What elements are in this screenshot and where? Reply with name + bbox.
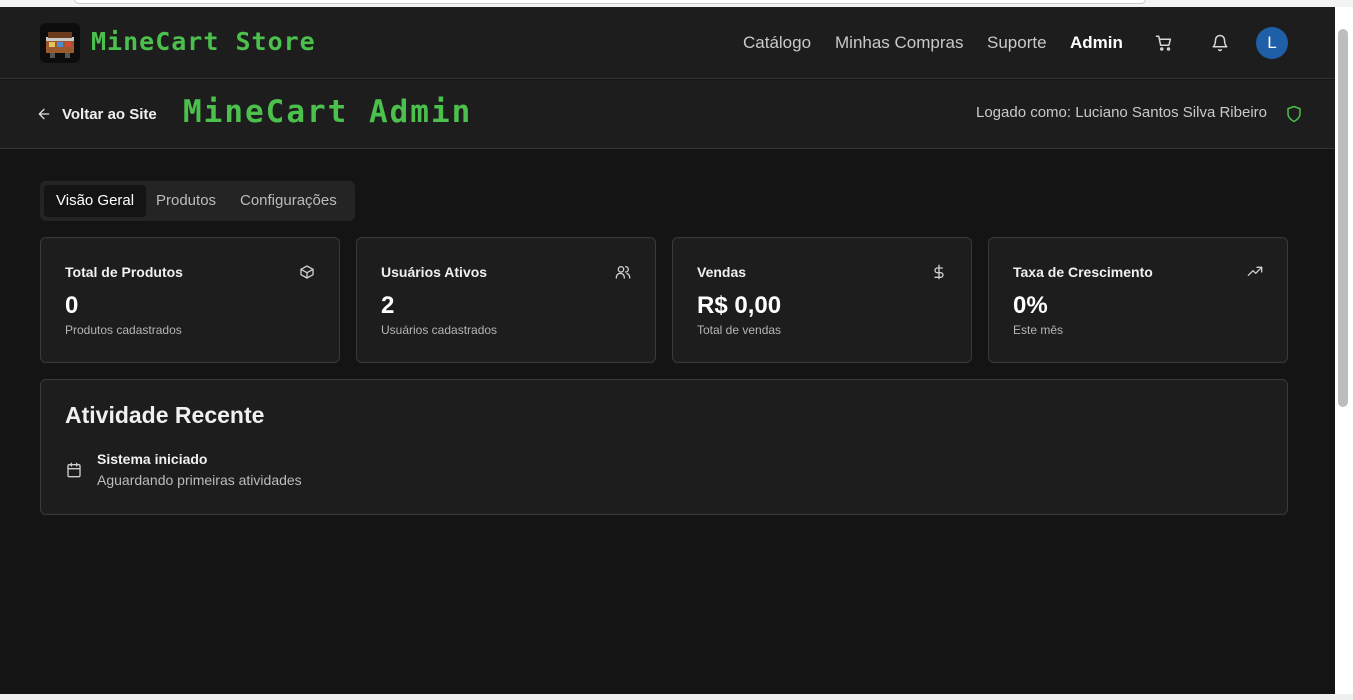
admin-bar: Voltar ao Site MineCart Admin Logado com… — [0, 80, 1335, 149]
nav-admin[interactable]: Admin — [1070, 33, 1123, 53]
cart-icon[interactable] — [1155, 34, 1173, 52]
stat-subtitle: Produtos cadastrados — [65, 323, 182, 337]
admin-title: MineCart Admin — [183, 94, 473, 130]
store-logo[interactable] — [40, 23, 80, 63]
stat-title: Total de Produtos — [65, 264, 183, 280]
stat-subtitle: Total de vendas — [697, 323, 782, 337]
activity-item-description: Aguardando primeiras atividades — [97, 472, 302, 488]
page-scrollbar[interactable] — [1335, 7, 1353, 694]
scrollbar-thumb[interactable] — [1338, 29, 1348, 407]
stat-value: R$ 0,00 — [697, 292, 782, 319]
nav-catalogo[interactable]: Catálogo — [743, 33, 811, 53]
store-header: MineCart Store Catálogo Minhas Compras S… — [0, 7, 1335, 79]
recent-activity-title: Atividade Recente — [65, 402, 265, 428]
dollar-icon — [931, 264, 947, 280]
stat-card-users: Usuários Ativos 2 Usuários cadastrados — [356, 237, 656, 363]
stat-card-sales: Vendas R$ 0,00 Total de vendas — [672, 237, 972, 363]
package-icon — [299, 264, 315, 280]
store-brand[interactable]: MineCart Store — [91, 27, 316, 56]
bell-icon[interactable] — [1211, 34, 1229, 52]
stat-subtitle: Usuários cadastrados — [381, 323, 498, 337]
trending-up-icon — [1247, 264, 1263, 280]
browser-address-bar[interactable] — [74, 0, 1146, 4]
shield-icon — [1285, 105, 1303, 123]
stat-value: 0 — [65, 292, 79, 319]
activity-item-title: Sistema iniciado — [97, 451, 208, 467]
tab-produtos[interactable]: Produtos — [144, 185, 228, 217]
stat-card-products: Total de Produtos 0 Produtos cadastrados — [40, 237, 340, 363]
back-to-site-label: Voltar ao Site — [62, 105, 157, 123]
admin-tabs: Visão Geral Produtos Configurações — [40, 181, 355, 221]
stat-subtitle: Este mês — [1013, 323, 1064, 337]
minecart-logo-icon — [46, 32, 74, 58]
stat-title: Usuários Ativos — [381, 264, 488, 280]
stat-title: Vendas — [697, 264, 747, 280]
nav-minhas-compras[interactable]: Minhas Compras — [835, 33, 964, 53]
browser-top-strip — [0, 0, 1353, 7]
nav-suporte[interactable]: Suporte — [987, 33, 1047, 53]
logged-in-user: Logado como: Luciano Santos Silva Ribeir… — [975, 104, 1267, 121]
tab-visao-geral[interactable]: Visão Geral — [44, 185, 147, 217]
stat-card-growth: Taxa de Crescimento 0% Este mês — [988, 237, 1288, 363]
stat-value: 2 — [381, 292, 395, 319]
users-icon — [615, 264, 631, 280]
stat-title: Taxa de Crescimento — [1013, 264, 1153, 280]
page-viewport: MineCart Store Catálogo Minhas Compras S… — [0, 7, 1335, 694]
browser-bottom-strip — [0, 694, 1353, 700]
user-avatar[interactable]: L — [1256, 27, 1288, 59]
recent-activity-panel: Atividade Recente Sistema iniciado Aguar… — [40, 379, 1288, 515]
calendar-icon — [66, 462, 82, 478]
back-to-site-button[interactable]: Voltar ao Site — [36, 103, 157, 125]
tab-configuracoes[interactable]: Configurações — [228, 185, 349, 217]
arrow-left-icon — [38, 108, 50, 120]
stat-value: 0% — [1013, 292, 1048, 319]
